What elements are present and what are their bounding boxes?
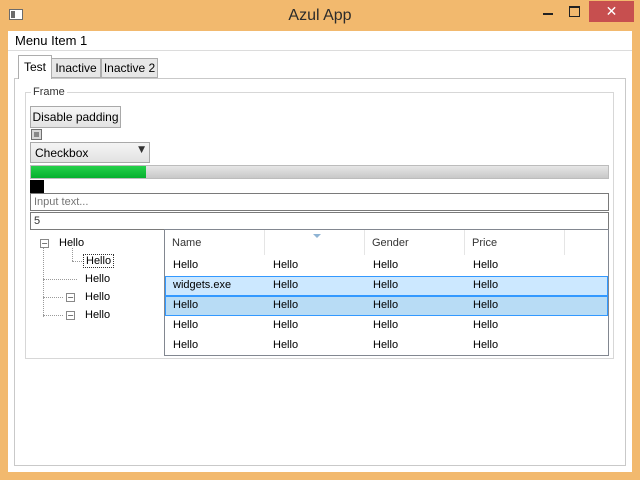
column-header-name[interactable]: Name	[165, 230, 265, 255]
app-window: Azul App ✕ Menu Item 1 Test Inactive Ina…	[0, 0, 640, 480]
table-cell: Hello	[373, 299, 399, 311]
tree-expander-icon[interactable]: −	[40, 239, 49, 248]
progress-bar	[30, 165, 609, 179]
disable-padding-button[interactable]: Disable padding	[30, 106, 121, 128]
table-cell: Hello	[273, 279, 299, 291]
table-cell: Hello	[373, 279, 399, 291]
number-input[interactable]: 5	[30, 212, 609, 230]
table-cell: Hello	[173, 259, 199, 271]
column-header-price[interactable]: Price	[465, 230, 565, 255]
tree-node[interactable]: Hello	[59, 237, 84, 249]
tree-node[interactable]: Hello	[85, 309, 110, 321]
table-cell: Hello	[173, 299, 199, 311]
table-cell: Hello	[473, 319, 499, 331]
tree-line	[43, 297, 63, 298]
text-input[interactable]	[30, 193, 609, 211]
maximize-button[interactable]	[565, 1, 584, 22]
tree-view: − Hello Hello Hello − Hello − Hello	[30, 229, 164, 356]
table-row-selected[interactable]: widgets.exe Hello Hello Hello	[165, 276, 608, 296]
maximize-icon	[569, 6, 580, 17]
frame-title: Frame	[31, 86, 67, 98]
table-cell: Hello	[373, 259, 399, 271]
tree-line	[43, 315, 63, 316]
tree-node[interactable]: Hello	[85, 273, 110, 285]
column-header-filler	[565, 230, 608, 255]
table-row-selected[interactable]: Hello Hello Hello Hello	[165, 296, 608, 316]
tree-expander-icon[interactable]: −	[66, 311, 75, 320]
table-cell: Hello	[373, 339, 399, 351]
tree-node[interactable]: Hello	[85, 291, 110, 303]
grid-header: Name Gender Price	[165, 230, 608, 255]
menu-item-1[interactable]: Menu Item 1	[15, 33, 87, 48]
table-cell: Hello	[473, 259, 499, 271]
tree-line	[72, 248, 73, 261]
table-cell: Hello	[173, 319, 199, 331]
table-row[interactable]: Hello Hello Hello Hello	[165, 316, 608, 336]
table-cell: Hello	[273, 299, 299, 311]
close-icon: ✕	[605, 3, 618, 20]
tab-test[interactable]: Test	[18, 55, 52, 79]
table-cell: Hello	[473, 299, 499, 311]
table-cell: widgets.exe	[173, 279, 232, 291]
progress-fill	[31, 166, 147, 178]
table-cell: Hello	[473, 339, 499, 351]
menu-bar: Menu Item 1	[8, 31, 632, 51]
tree-expander-icon[interactable]: −	[66, 293, 75, 302]
tab-inactive[interactable]: Inactive	[51, 58, 101, 78]
tree-line	[72, 261, 82, 262]
minimize-button[interactable]	[531, 1, 565, 22]
checkbox[interactable]	[31, 129, 42, 140]
color-swatch	[30, 180, 44, 193]
table-cell: Hello	[273, 319, 299, 331]
sort-arrow-icon	[313, 234, 321, 238]
minimize-icon	[543, 12, 553, 15]
combo-selected: Checkbox	[35, 146, 89, 160]
table-cell: Hello	[273, 259, 299, 271]
tree-line	[43, 248, 44, 317]
table-row[interactable]: Hello Hello Hello Hello	[165, 256, 608, 276]
checkbox-combo[interactable]: Checkbox ▼	[30, 142, 150, 163]
title-bar[interactable]: Azul App ✕	[0, 0, 640, 31]
table-cell: Hello	[373, 319, 399, 331]
table-row[interactable]: Hello Hello Hello Hello	[165, 336, 608, 356]
tree-line	[43, 279, 77, 280]
tab-inactive-2[interactable]: Inactive 2	[101, 58, 158, 78]
table-cell: Hello	[173, 339, 199, 351]
tree-node-selected[interactable]: Hello	[83, 254, 115, 268]
column-header-gender[interactable]: Gender	[365, 230, 465, 255]
table-cell: Hello	[273, 339, 299, 351]
data-grid: Name Gender Price Hello Hello Hello Hell…	[164, 229, 609, 356]
table-cell: Hello	[473, 279, 499, 291]
close-button[interactable]: ✕	[589, 1, 634, 22]
chevron-down-icon: ▼	[138, 145, 145, 155]
